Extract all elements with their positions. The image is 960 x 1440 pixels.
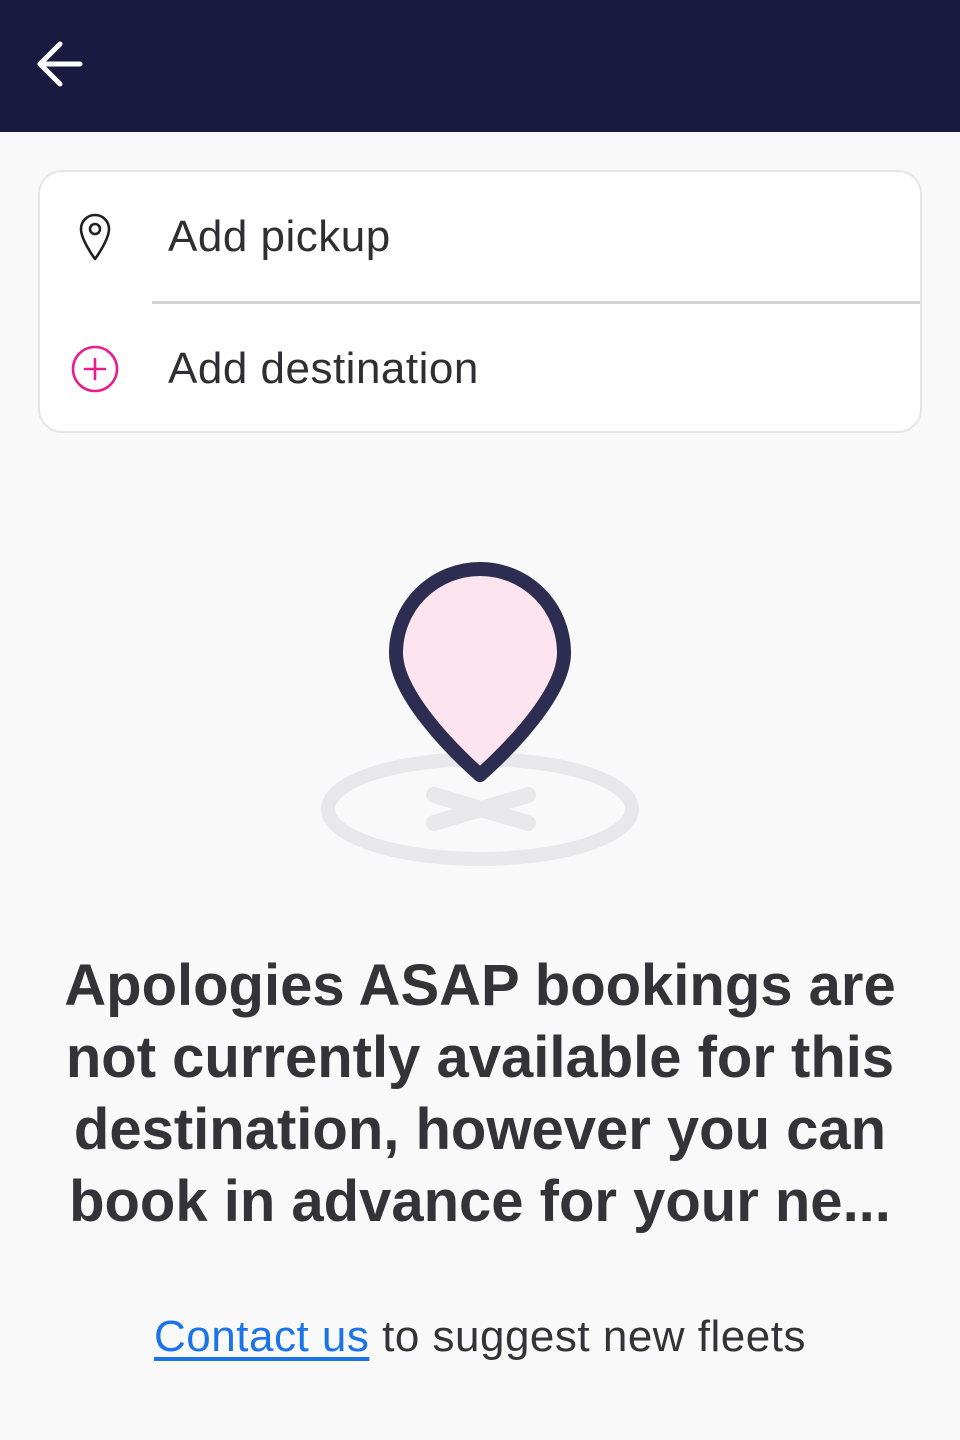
add-pickup-label: Add pickup <box>168 212 391 261</box>
arrow-left-icon <box>37 41 83 87</box>
unavailable-message: Apologies ASAP bookings are not currentl… <box>64 953 896 1234</box>
map-pin-outline-icon <box>79 213 111 261</box>
add-destination-row[interactable]: Add destination <box>40 304 920 431</box>
app-bar <box>0 0 960 132</box>
route-card: Add pickup Add destination <box>38 170 922 433</box>
pickup-icon-wrap <box>40 172 150 302</box>
suggest-fleets-footer: Contact us to suggest new fleets <box>0 1312 960 1362</box>
plus-circle-icon <box>71 345 119 393</box>
add-pickup-row[interactable]: Add pickup <box>40 172 920 302</box>
back-button[interactable] <box>22 26 98 102</box>
suggest-fleets-text: to suggest new fleets <box>369 1312 806 1361</box>
location-pin-illustration <box>316 555 644 875</box>
add-destination-label: Add destination <box>168 344 479 393</box>
destination-icon-wrap <box>40 304 150 431</box>
contact-us-link[interactable]: Contact us <box>154 1312 369 1361</box>
